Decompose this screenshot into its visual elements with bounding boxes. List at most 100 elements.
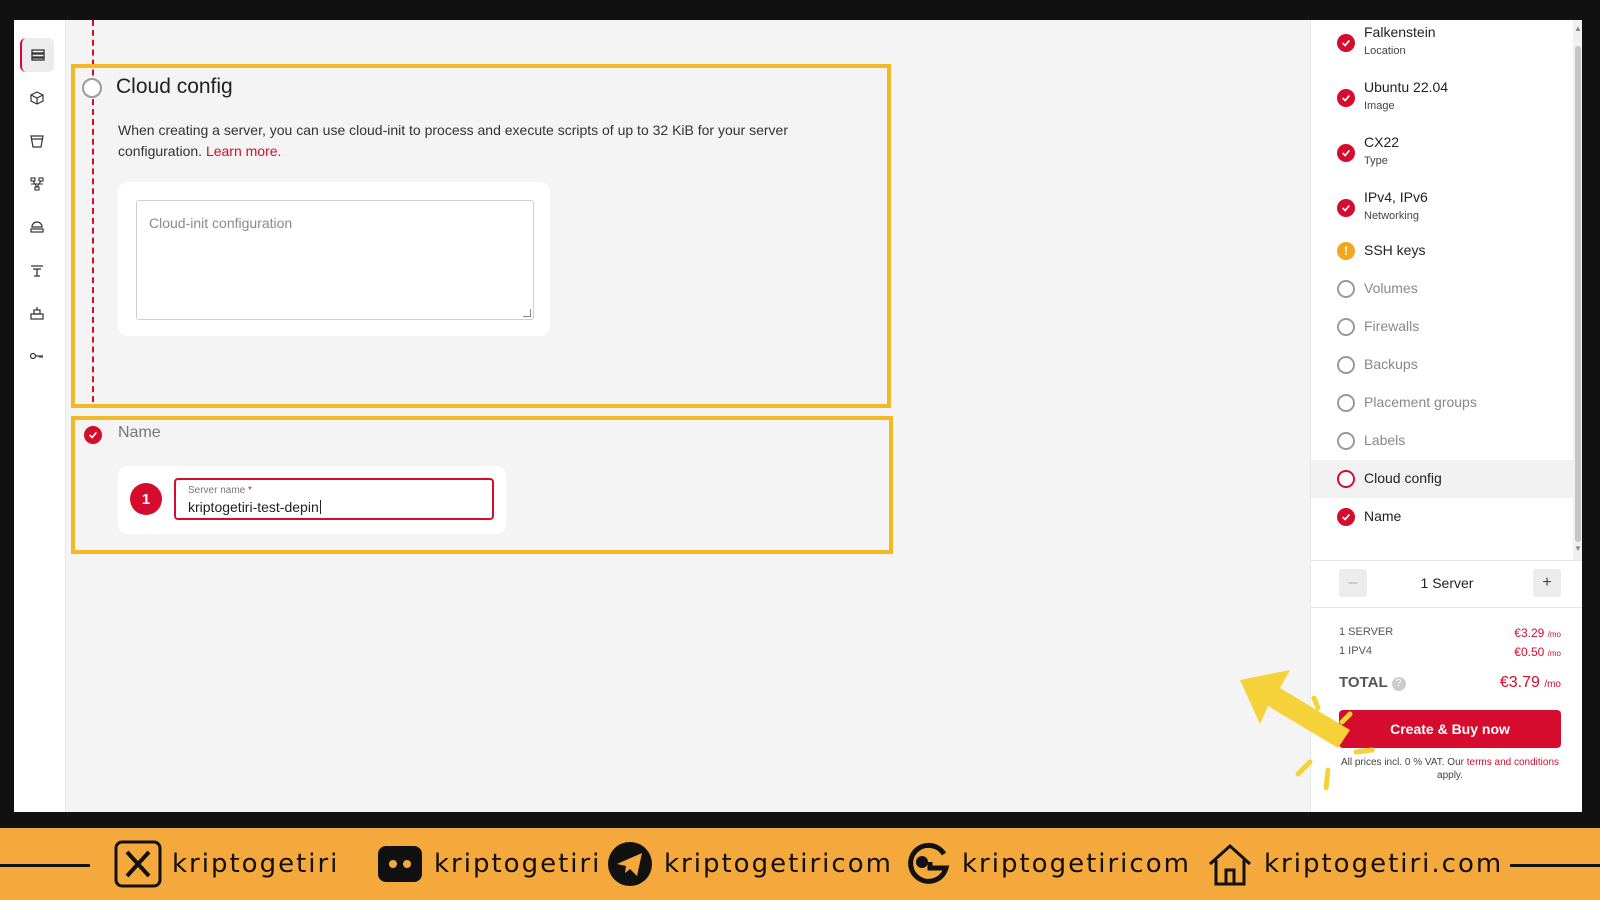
step-label: Firewalls <box>1364 318 1420 334</box>
step-ssh-keys[interactable]: ! SSH keys <box>1311 232 1573 270</box>
check-icon <box>1337 34 1355 52</box>
increase-quantity-button[interactable]: + <box>1533 569 1561 597</box>
sidebar-scrollbar[interactable]: ▲ ▼ <box>1573 20 1582 560</box>
nav-firewall-icon[interactable] <box>20 296 54 330</box>
price-row-server: 1 SERVER €3.29 /mo <box>1339 626 1561 640</box>
step-networking[interactable]: IPv4, IPv6 Networking <box>1311 187 1573 237</box>
step-backups[interactable]: Backups <box>1311 346 1573 384</box>
nav-network-icon[interactable] <box>20 167 54 201</box>
total-label: TOTAL <box>1339 674 1388 691</box>
step-volumes[interactable]: Volumes <box>1311 270 1573 308</box>
textarea-resize-handle[interactable] <box>523 309 531 317</box>
price-label: 1 SERVER <box>1339 626 1394 638</box>
step-placement-groups[interactable]: Placement groups <box>1311 384 1573 422</box>
nav-storage-bucket-icon[interactable] <box>20 124 54 158</box>
step-label: IPv4, IPv6 <box>1364 189 1428 205</box>
price-amount: €3.29 <box>1514 626 1545 640</box>
server-name-input[interactable]: Server name * kriptogetiri-test-depin <box>174 478 494 520</box>
summary-sidebar: Falkenstein Location Ubuntu 22.04 Image … <box>1310 20 1582 812</box>
step-label: Falkenstein <box>1364 24 1436 40</box>
step-label: Labels <box>1364 432 1406 448</box>
vat-note: All prices incl. 0 % VAT. Our terms and … <box>1339 756 1561 782</box>
step-location[interactable]: Falkenstein Location <box>1311 22 1573 72</box>
name-card: 1 Server name * kriptogetiri-test-depin <box>118 466 506 534</box>
telegram-logo-icon <box>608 842 652 886</box>
scroll-up-icon[interactable]: ▲ <box>1574 24 1582 33</box>
app-window: Cloud config When creating a server, you… <box>14 20 1582 812</box>
step-name[interactable]: Name <box>1311 498 1573 536</box>
scrollbar-thumb[interactable] <box>1575 46 1581 542</box>
total-amount: €3.79 <box>1499 674 1540 691</box>
step-label: SSH keys <box>1364 242 1426 258</box>
step-sublabel: Image <box>1364 100 1395 112</box>
total-value: €3.79 /mo <box>1500 674 1561 692</box>
learn-more-link[interactable]: Learn more. <box>206 143 281 159</box>
server-name-label-text: Server name <box>188 485 246 496</box>
footer-telegram[interactable]: kriptogetiricom <box>606 838 893 890</box>
server-name-label: Server name * <box>188 485 252 496</box>
create-buy-button[interactable]: Create & Buy now <box>1339 710 1561 748</box>
step-sublabel: Type <box>1364 155 1388 167</box>
footer-g-brand[interactable]: kriptogetiricom <box>904 838 1191 890</box>
step-labels[interactable]: Labels <box>1311 422 1573 460</box>
warning-icon: ! <box>1337 242 1355 260</box>
cloud-config-title: Cloud config <box>116 75 233 98</box>
step-label: Placement groups <box>1364 394 1477 410</box>
cloud-config-description: When creating a server, you can use clou… <box>118 120 818 162</box>
nav-load-balancer-icon[interactable] <box>20 210 54 244</box>
price-unit: /mo <box>1547 649 1561 658</box>
empty-circle-icon <box>1337 318 1355 336</box>
terms-link[interactable]: terms and conditions <box>1467 757 1559 768</box>
price-unit: /mo <box>1547 630 1561 639</box>
step-image[interactable]: Ubuntu 22.04 Image <box>1311 77 1573 127</box>
scroll-down-icon[interactable]: ▼ <box>1574 544 1582 553</box>
x-logo-icon <box>114 840 162 888</box>
server-name-value-text: kriptogetiri-test-depin <box>188 499 319 515</box>
price-amount: €0.50 <box>1514 645 1545 659</box>
name-check-icon <box>84 426 102 444</box>
footer-website-url: kriptogetiri.com <box>1264 849 1504 879</box>
footer-g-handle: kriptogetiricom <box>962 849 1191 879</box>
cloud-config-radio-icon[interactable] <box>82 78 102 98</box>
cloud-init-textarea[interactable]: Cloud-init configuration <box>136 200 534 320</box>
footer-divider <box>1510 864 1600 867</box>
footer-website[interactable]: kriptogetiri.com <box>1206 838 1503 890</box>
check-icon <box>1337 508 1355 526</box>
text-cursor <box>319 500 321 514</box>
vat-note-suffix: apply. <box>1437 770 1463 781</box>
empty-circle-icon <box>1337 280 1355 298</box>
nav-key-icon[interactable] <box>20 339 54 373</box>
step-type[interactable]: CX22 Type <box>1311 132 1573 182</box>
footer-divider <box>0 864 90 867</box>
price-value: €0.50 /mo <box>1514 645 1561 659</box>
nav-volumes-cube-icon[interactable] <box>20 81 54 115</box>
step-firewalls[interactable]: Firewalls <box>1311 308 1573 346</box>
step-label: Volumes <box>1364 280 1418 296</box>
cloud-init-card: Cloud-init configuration <box>118 182 550 336</box>
footer-telegram-handle: kriptogetiricom <box>664 849 893 879</box>
left-navigation <box>14 20 66 812</box>
footer-discord[interactable]: kriptogetiri <box>376 838 601 890</box>
step-cloud-config[interactable]: Cloud config <box>1311 460 1573 498</box>
step-label: CX22 <box>1364 134 1400 150</box>
footer-x[interactable]: kriptogetiri <box>114 838 339 890</box>
main-content: Cloud config When creating a server, you… <box>66 20 1310 812</box>
discord-logo-icon <box>378 846 422 882</box>
home-icon <box>1208 843 1252 886</box>
check-icon <box>1337 89 1355 107</box>
current-step-circle-icon <box>1337 470 1355 488</box>
step-label: Ubuntu 22.04 <box>1364 79 1449 95</box>
total-row: TOTAL? €3.79 /mo <box>1339 674 1561 692</box>
nav-servers-icon[interactable] <box>20 38 54 72</box>
help-icon[interactable]: ? <box>1391 677 1406 691</box>
total-unit: /mo <box>1544 679 1561 690</box>
empty-circle-icon <box>1337 394 1355 412</box>
required-mark: * <box>248 485 252 496</box>
name-section-title: Name <box>118 424 161 441</box>
step-label: Backups <box>1364 356 1418 372</box>
nav-floating-ip-icon[interactable] <box>20 253 54 287</box>
server-quantity: – 1 Server + <box>1311 560 1582 608</box>
step-number-badge: 1 <box>130 483 162 515</box>
price-label: 1 IPV4 <box>1339 645 1373 657</box>
empty-circle-icon <box>1337 432 1355 450</box>
